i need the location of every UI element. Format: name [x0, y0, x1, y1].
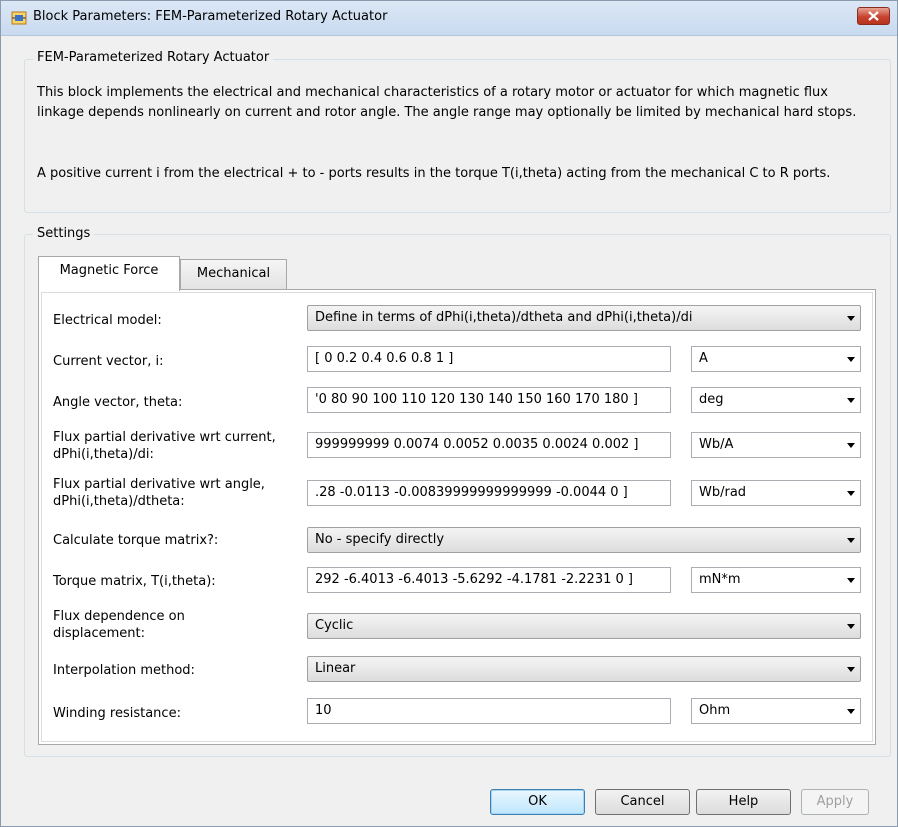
winding-resistance-label: Winding resistance:	[53, 706, 181, 721]
flux-current-unit-select[interactable]: Wb/A	[691, 432, 861, 458]
settings-legend: Settings	[33, 226, 95, 241]
chevron-down-icon	[847, 538, 855, 543]
simulink-block-icon	[11, 11, 27, 25]
dialog-window: Block Parameters: FEM-Parameterized Rota…	[0, 0, 898, 827]
electrical-model-select[interactable]: Define in terms of dPhi(i,theta)/dtheta …	[307, 305, 861, 331]
resistance-unit-select[interactable]: Ohm	[691, 698, 861, 724]
flux-angle-derivative-value: .28 -0.0113 -0.00839999999999999 -0.0044…	[315, 485, 628, 500]
apply-button[interactable]: Apply	[801, 789, 869, 815]
flux-current-derivative-input[interactable]: 999999999 0.0074 0.0052 0.0035 0.0024 0.…	[307, 432, 671, 458]
angle-vector-value: '0 80 90 100 110 120 130 140 150 160 170…	[315, 392, 638, 407]
torque-matrix-label: Torque matrix, T(i,theta):	[53, 574, 216, 589]
block-name-legend: FEM-Parameterized Rotary Actuator	[33, 50, 274, 65]
chevron-down-icon	[847, 316, 855, 321]
ok-button[interactable]: OK	[490, 789, 585, 815]
torque-matrix-value: 292 -6.4013 -6.4013 -5.6292 -4.1781 -2.2…	[315, 572, 633, 587]
angle-vector-label: Angle vector, theta:	[53, 395, 183, 410]
tab-magnetic-force-label: Magnetic Force	[59, 263, 159, 278]
tab-mechanical-label: Mechanical	[196, 266, 271, 281]
electrical-model-value: Define in terms of dPhi(i,theta)/dtheta …	[315, 310, 693, 325]
current-vector-value: [ 0 0.2 0.4 0.6 0.8 1 ]	[315, 351, 454, 366]
chevron-down-icon	[847, 667, 855, 672]
resistance-unit-value: Ohm	[699, 703, 731, 718]
help-button[interactable]: Help	[696, 789, 791, 815]
electrical-model-label: Electrical model:	[53, 313, 162, 328]
chevron-down-icon	[847, 398, 855, 403]
flux-dependence-select[interactable]: Cyclic	[307, 613, 861, 639]
interpolation-method-select[interactable]: Linear	[307, 656, 861, 682]
interpolation-method-value: Linear	[315, 661, 356, 676]
tab-mechanical[interactable]: Mechanical	[180, 259, 287, 289]
close-button[interactable]	[857, 7, 890, 25]
torque-unit-select[interactable]: mN*m	[691, 567, 861, 593]
calculate-torque-label: Calculate torque matrix?:	[53, 533, 219, 548]
block-description: This block implements the electrical and…	[37, 85, 857, 120]
flux-dependence-value: Cyclic	[315, 618, 354, 633]
block-port-description: A positive current i from the electrical…	[37, 166, 831, 181]
current-vector-label: Current vector, i:	[53, 354, 164, 369]
chevron-down-icon	[847, 709, 855, 714]
current-unit-select[interactable]: A	[691, 346, 861, 372]
chevron-down-icon	[847, 578, 855, 583]
flux-current-derivative-value: 999999999 0.0074 0.0052 0.0035 0.0024 0.…	[315, 437, 639, 452]
calculate-torque-value: No - specify directly	[315, 532, 445, 547]
cancel-button[interactable]: Cancel	[595, 789, 690, 815]
flux-dependence-label: Flux dependence on displacement:	[53, 609, 185, 641]
calculate-torque-select[interactable]: No - specify directly	[307, 527, 861, 553]
tab-magnetic-force[interactable]: Magnetic Force	[38, 256, 180, 291]
angle-vector-input[interactable]: '0 80 90 100 110 120 130 140 150 160 170…	[307, 387, 671, 413]
chevron-down-icon	[847, 357, 855, 362]
flux-angle-derivative-input[interactable]: .28 -0.0113 -0.00839999999999999 -0.0044…	[307, 480, 671, 506]
torque-unit-value: mN*m	[699, 572, 741, 587]
flux-angle-unit-select[interactable]: Wb/rad	[691, 480, 861, 506]
flux-current-derivative-label: Flux partial derivative wrt current, dPh…	[53, 430, 276, 462]
winding-resistance-input[interactable]: 10	[307, 698, 671, 724]
current-unit-value: A	[699, 351, 708, 366]
flux-current-unit-value: Wb/A	[699, 437, 734, 452]
title-bar[interactable]: Block Parameters: FEM-Parameterized Rota…	[1, 1, 897, 36]
interpolation-method-label: Interpolation method:	[53, 663, 195, 678]
torque-matrix-input[interactable]: 292 -6.4013 -6.4013 -5.6292 -4.1781 -2.2…	[307, 567, 671, 593]
angle-unit-value: deg	[699, 392, 724, 407]
current-vector-input[interactable]: [ 0 0.2 0.4 0.6 0.8 1 ]	[307, 346, 671, 372]
window-title: Block Parameters: FEM-Parameterized Rota…	[33, 9, 388, 24]
close-icon	[868, 11, 879, 21]
winding-resistance-value: 10	[315, 703, 332, 718]
chevron-down-icon	[847, 624, 855, 629]
flux-angle-unit-value: Wb/rad	[699, 485, 747, 500]
angle-unit-select[interactable]: deg	[691, 387, 861, 413]
chevron-down-icon	[847, 491, 855, 496]
chevron-down-icon	[847, 443, 855, 448]
flux-angle-derivative-label: Flux partial derivative wrt angle, dPhi(…	[53, 477, 265, 509]
